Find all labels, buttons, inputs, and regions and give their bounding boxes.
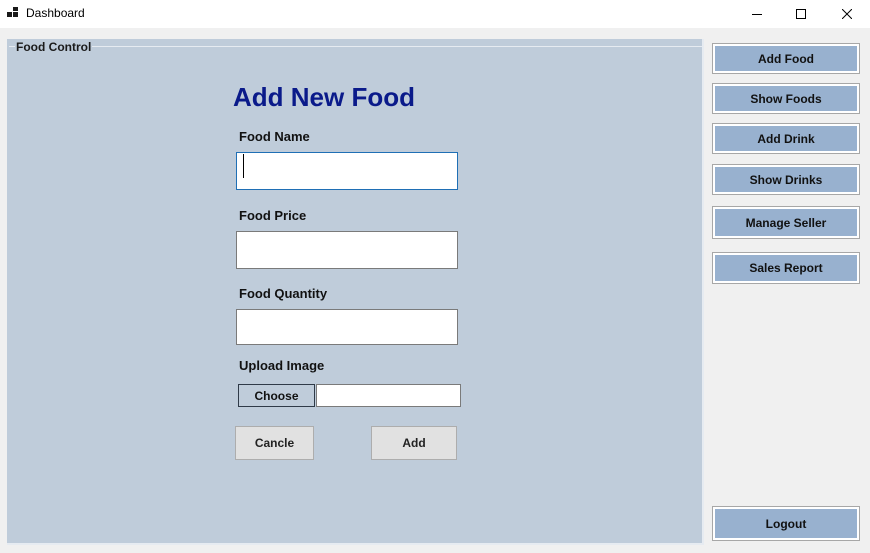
group-caption: Food Control — [15, 40, 93, 54]
maximize-button[interactable] — [778, 0, 824, 28]
food-quantity-input[interactable] — [236, 309, 458, 345]
window-title: Dashboard — [26, 6, 85, 20]
form-heading: Add New Food — [233, 82, 415, 112]
dashboard-app-icon — [7, 7, 18, 17]
food-name-input[interactable] — [236, 152, 458, 190]
close-icon — [842, 9, 852, 19]
choose-image-button[interactable]: Choose — [238, 384, 315, 407]
food-name-label: Food Name — [239, 129, 310, 144]
close-button[interactable] — [824, 0, 870, 28]
image-path-field[interactable] — [316, 384, 461, 407]
food-price-label: Food Price — [239, 208, 307, 223]
cancel-button[interactable]: Cancle — [235, 426, 314, 460]
manage-seller-button[interactable]: Manage Seller — [712, 206, 860, 239]
group-border — [9, 46, 702, 47]
text-caret — [243, 154, 244, 178]
maximize-icon — [796, 9, 806, 19]
add-button[interactable]: Add — [371, 426, 457, 460]
title-bar: Dashboard — [0, 0, 870, 28]
minimize-button[interactable] — [734, 0, 780, 28]
show-foods-button[interactable]: Show Foods — [712, 83, 860, 114]
minimize-icon — [752, 14, 762, 15]
logout-button[interactable]: Logout — [712, 506, 860, 541]
food-price-input[interactable] — [236, 231, 458, 269]
food-quantity-label: Food Quantity — [239, 286, 328, 301]
food-control-group: Food Control Add New Food Food Name Food… — [7, 39, 704, 545]
upload-image-label: Upload Image — [239, 358, 325, 373]
sales-report-button[interactable]: Sales Report — [712, 252, 860, 284]
add-food-button[interactable]: Add Food — [712, 43, 860, 74]
add-drink-button[interactable]: Add Drink — [712, 123, 860, 154]
show-drinks-button[interactable]: Show Drinks — [712, 164, 860, 195]
